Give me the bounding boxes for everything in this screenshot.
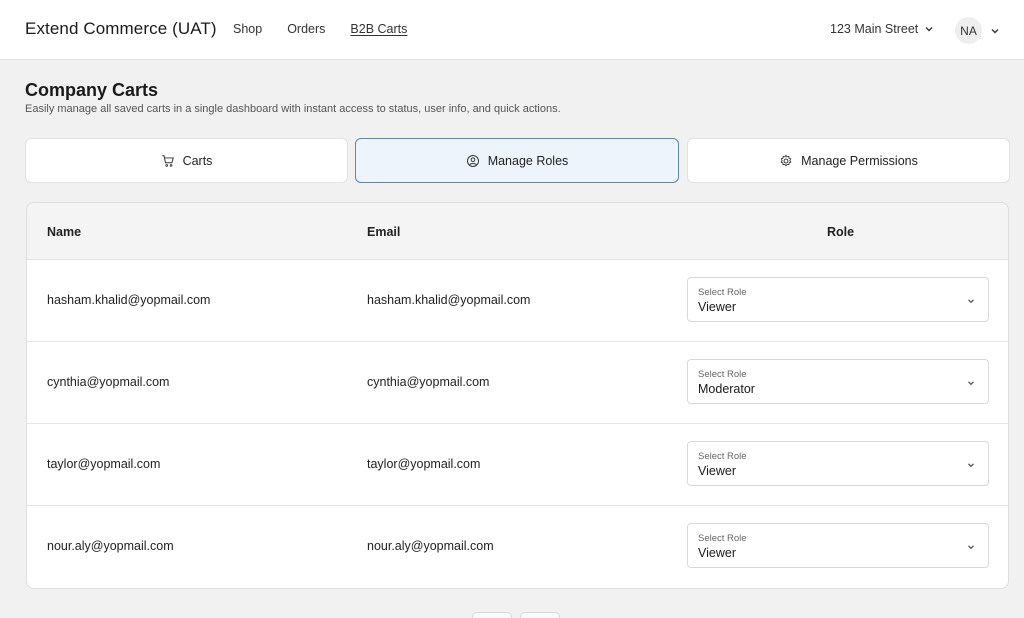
column-header-email: Email [367, 225, 401, 239]
nav-link-b2b-carts[interactable]: B2B Carts [350, 22, 407, 36]
tab-label: Manage Roles [487, 153, 569, 168]
cell-email: hasham.khalid@yopmail.com [367, 293, 531, 307]
column-header-role: Role [827, 225, 855, 239]
role-select[interactable]: Select Role Moderator [687, 359, 989, 404]
brand-title[interactable]: Extend Commerce (UAT) [25, 19, 217, 39]
table-row: hasham.khalid@yopmail.com hasham.khalid@… [27, 260, 1008, 342]
column-header-name: Name [47, 225, 82, 239]
pagination-next-button[interactable] [520, 612, 560, 618]
user-menu[interactable]: NA [955, 17, 1000, 44]
chevron-down-icon [991, 28, 999, 33]
cart-icon [161, 154, 174, 167]
chevron-down-icon [968, 381, 974, 386]
user-circle-icon [466, 154, 479, 167]
cell-email: nour.aly@yopmail.com [367, 539, 494, 553]
table-row: nour.aly@yopmail.com nour.aly@yopmail.co… [27, 506, 1008, 588]
page-title: Company Carts [25, 80, 159, 100]
tab-manage-permissions[interactable]: Manage Permissions [687, 138, 1010, 183]
main-nav: Shop Orders B2B Carts [233, 22, 432, 36]
address-label: 123 Main Street [830, 22, 919, 36]
cell-email: cynthia@yopmail.com [367, 375, 490, 389]
tab-label: Carts [182, 153, 213, 168]
role-select[interactable]: Select Role Viewer [687, 441, 989, 486]
cell-name: hasham.khalid@yopmail.com [47, 293, 211, 307]
cell-name: cynthia@yopmail.com [47, 375, 170, 389]
table-header: Name Email Role [27, 203, 1008, 260]
tab-label: Manage Permissions [801, 153, 918, 168]
table-row: cynthia@yopmail.com cynthia@yopmail.com … [27, 342, 1008, 424]
gear-icon [780, 154, 792, 167]
table-row: taylor@yopmail.com taylor@yopmail.com Se… [27, 424, 1008, 506]
pagination-prev-button[interactable] [472, 612, 512, 618]
avatar: NA [955, 17, 982, 44]
tab-carts[interactable]: Carts [25, 138, 348, 183]
select-value: Viewer [698, 546, 736, 560]
nav-link-orders[interactable]: Orders [287, 22, 325, 36]
role-select[interactable]: Select Role Viewer [687, 523, 989, 568]
page-subtitle: Easily manage all saved carts in a singl… [25, 103, 561, 115]
select-label: Select Role [698, 451, 747, 462]
cell-email: taylor@yopmail.com [367, 457, 481, 471]
tab-bar: Carts Manage Roles Manage Permissions [25, 138, 1010, 183]
select-label: Select Role [698, 287, 747, 298]
select-value: Viewer [698, 464, 736, 478]
select-label: Select Role [698, 533, 747, 544]
chevron-down-icon [968, 299, 974, 304]
nav-link-shop[interactable]: Shop [233, 22, 262, 36]
address-selector[interactable]: 123 Main Street [830, 22, 934, 36]
select-label: Select Role [698, 369, 747, 380]
chevron-down-icon [968, 463, 974, 468]
roles-table: Name Email Role hasham.khalid@yopmail.co… [26, 202, 1009, 589]
cell-name: nour.aly@yopmail.com [47, 539, 174, 553]
cell-name: taylor@yopmail.com [47, 457, 161, 471]
select-value: Viewer [698, 300, 736, 314]
top-navigation-bar: Extend Commerce (UAT) Shop Orders B2B Ca… [0, 0, 1024, 60]
chevron-down-icon [968, 545, 974, 550]
role-select[interactable]: Select Role Viewer [687, 277, 989, 322]
chevron-down-icon [925, 27, 933, 32]
select-value: Moderator [698, 382, 755, 396]
tab-manage-roles[interactable]: Manage Roles [355, 138, 679, 183]
